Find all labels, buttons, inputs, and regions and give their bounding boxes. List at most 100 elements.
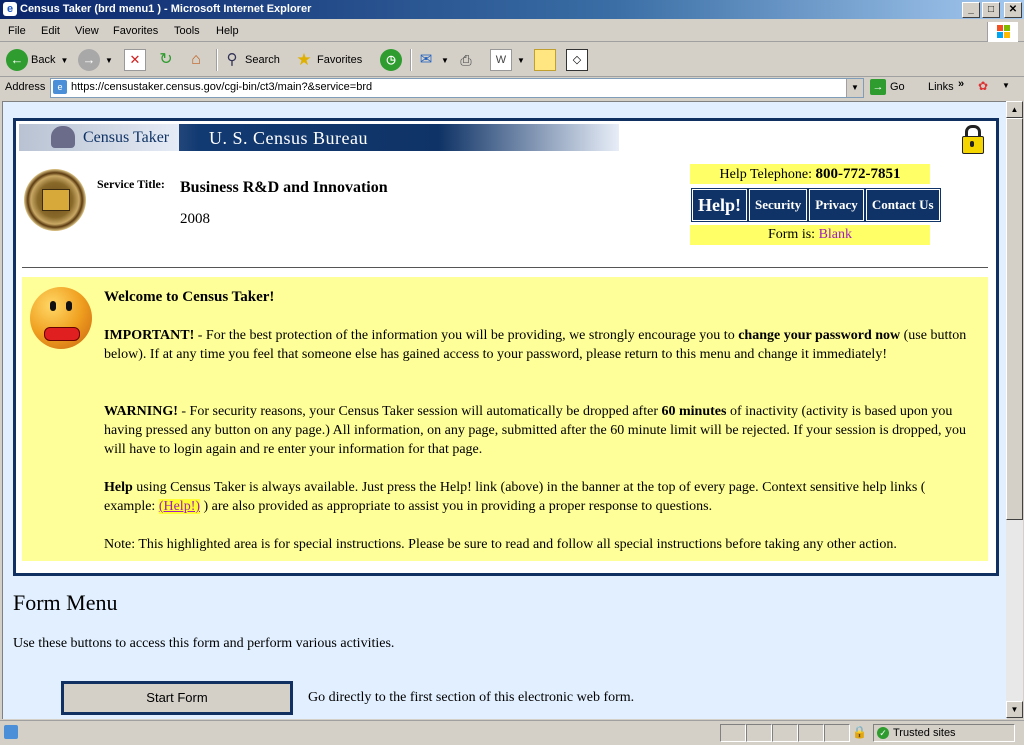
page-icon: e [53, 80, 67, 94]
secure-lock-icon [960, 125, 984, 154]
banner-bureau: U. S. Census Bureau [209, 128, 368, 148]
security-zone-label: Trusted sites [893, 727, 956, 739]
links-button[interactable]: Links [928, 81, 954, 93]
note-paragraph: Note: This highlighted area is for speci… [104, 537, 897, 552]
banner-product: Census Taker [83, 129, 170, 146]
status-bar: 🔒 ✓ Trusted sites [0, 720, 1024, 745]
service-year: 2008 [180, 211, 210, 227]
trusted-check-icon: ✓ [877, 727, 889, 740]
back-button[interactable]: ← Back ▼ [6, 47, 68, 73]
scroll-up-icon[interactable]: ▲ [1006, 101, 1023, 118]
search-label: Search [245, 54, 280, 66]
ssl-lock-icon[interactable]: 🔒 [852, 725, 867, 739]
favorites-label: Favorites [317, 54, 363, 66]
address-url: https://censustaker.census.gov/cgi-bin/c… [71, 81, 373, 93]
home-icon: ⌂ [191, 51, 201, 68]
edit-dropdown-icon[interactable]: ▼ [517, 56, 525, 65]
history-icon: ◷ [380, 49, 402, 71]
security-button[interactable]: Security [747, 188, 809, 222]
minimize-button[interactable]: _ [962, 2, 980, 18]
menu-edit[interactable]: Edit [41, 25, 60, 37]
page-status-icon [4, 725, 18, 739]
commerce-seal-icon [24, 169, 86, 231]
back-arrow-icon: ← [6, 49, 28, 71]
messenger-button[interactable]: ◇ [566, 47, 588, 73]
menu-tools[interactable]: Tools [174, 25, 200, 37]
help-paragraph: Help using Census Taker is always availa… [104, 480, 926, 514]
help-button[interactable]: Help! [691, 188, 748, 222]
window-title-bar: e Census Taker (brd menu1 ) - Microsoft … [0, 0, 1024, 19]
print-button[interactable]: ⎙ [456, 47, 476, 73]
divider [22, 267, 988, 268]
help-telephone-label: Help Telephone: [719, 167, 812, 182]
notice-heading: Welcome to Census Taker! [104, 289, 275, 305]
contact-us-button[interactable]: Contact Us [864, 188, 941, 222]
note-icon [534, 49, 556, 71]
address-input[interactable]: e https://censustaker.census.gov/cgi-bin… [50, 78, 864, 98]
menu-help[interactable]: Help [216, 25, 239, 37]
internet-explorer-icon: e [3, 2, 17, 16]
address-bar: Address e https://censustaker.census.gov… [0, 77, 1024, 99]
refresh-icon: ↻ [159, 51, 173, 68]
messenger-icon: ◇ [566, 49, 588, 71]
search-icon: ⚲ [226, 51, 238, 68]
header-nav-buttons: Help! Security Privacy Contact Us [691, 188, 941, 222]
favorites-button[interactable]: ★ Favorites [294, 47, 362, 73]
forward-dropdown-icon[interactable]: ▼ [105, 56, 113, 65]
form-status-label: Form is: [767, 227, 816, 242]
discuss-button[interactable] [534, 47, 556, 73]
privacy-button[interactable]: Privacy [808, 188, 865, 222]
home-button[interactable]: ⌂ [186, 47, 206, 73]
service-title-label: Service Title: [97, 177, 165, 191]
refresh-button[interactable]: ↻ [156, 47, 176, 73]
scroll-thumb[interactable] [1006, 118, 1023, 520]
menu-bar: File Edit View Favorites Tools Help [0, 21, 1024, 42]
address-dropdown-icon[interactable]: ▼ [846, 79, 863, 97]
header-frame: Census Taker U. S. Census Bureau Service… [13, 118, 999, 576]
menu-file[interactable]: File [8, 25, 26, 37]
special-instructions-box: Welcome to Census Taker! IMPORTANT! - Fo… [22, 277, 988, 561]
links-chevron-icon[interactable]: » [958, 78, 964, 90]
mail-dropdown-icon[interactable]: ▼ [441, 56, 449, 65]
form-status-value: Blank [818, 227, 853, 242]
addon-dropdown-icon[interactable]: ▼ [1002, 81, 1010, 90]
stop-button[interactable]: ✕ [124, 47, 146, 73]
stop-icon: ✕ [124, 49, 146, 71]
important-paragraph: IMPORTANT! - For the best protection of … [104, 328, 967, 362]
scroll-down-icon[interactable]: ▼ [1006, 701, 1023, 718]
start-form-description: Go directly to the first section of this… [308, 690, 635, 705]
page-viewport: Census Taker U. S. Census Bureau Service… [2, 101, 1007, 719]
census-taker-logo-icon [51, 126, 75, 148]
address-label: Address [5, 81, 46, 93]
form-status: Form is: Blank [690, 225, 930, 245]
back-dropdown-icon[interactable]: ▼ [60, 56, 68, 65]
forward-arrow-icon: → [78, 49, 100, 71]
windows-logo-icon [987, 22, 1018, 42]
mail-button[interactable]: ✉ ▼ [416, 47, 449, 73]
history-button[interactable]: ◷ [380, 47, 402, 73]
maximize-button[interactable]: □ [982, 2, 1000, 18]
smiley-icon [30, 287, 92, 349]
warning-paragraph: WARNING! - For security reasons, your Ce… [104, 404, 966, 457]
start-form-button[interactable]: Start Form [61, 681, 293, 715]
go-button[interactable]: → Go [870, 79, 905, 95]
context-help-link[interactable]: (Help!) [158, 499, 201, 514]
close-button[interactable]: ✕ [1004, 2, 1022, 18]
favorites-star-icon: ★ [296, 50, 312, 69]
search-button[interactable]: ⚲ Search [222, 47, 280, 73]
go-arrow-icon: → [870, 79, 886, 95]
word-edit-icon: W [490, 49, 512, 71]
menu-favorites[interactable]: Favorites [113, 25, 158, 37]
edit-button[interactable]: W ▼ [490, 47, 525, 73]
print-icon: ⎙ [460, 52, 472, 68]
menu-view[interactable]: View [75, 25, 99, 37]
toolbar-addon-icon[interactable]: ✿ [978, 79, 988, 93]
vertical-scrollbar[interactable]: ▲ ▼ [1006, 101, 1023, 718]
forward-button[interactable]: → ▼ [78, 47, 113, 73]
go-label: Go [890, 81, 905, 93]
mail-icon: ✉ [419, 51, 433, 68]
security-zone[interactable]: ✓ Trusted sites [873, 724, 1015, 742]
help-telephone: Help Telephone: 800-772-7851 [690, 164, 930, 184]
form-menu-description: Use these buttons to access this form an… [13, 636, 395, 651]
service-title: Business R&D and Innovation [180, 179, 388, 196]
